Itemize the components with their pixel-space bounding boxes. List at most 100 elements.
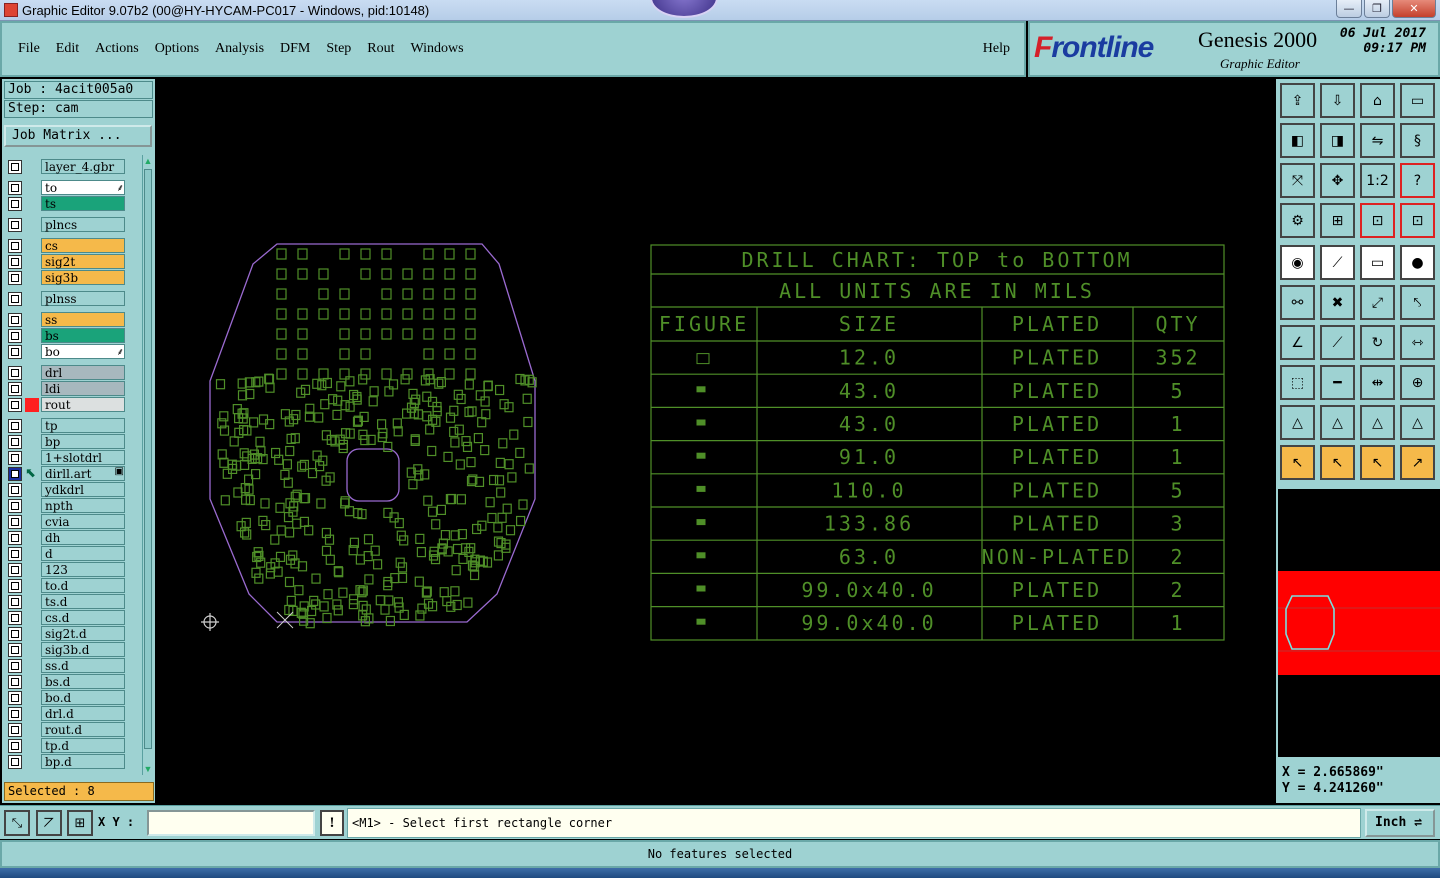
layer-name[interactable]: to.d [41, 578, 125, 593]
fit-icon[interactable]: ⤧ [1280, 163, 1315, 198]
layer-row[interactable]: 123 [6, 562, 140, 577]
layer-name[interactable]: drl.d [41, 706, 125, 721]
layer-checkbox[interactable] [8, 595, 22, 609]
layer-name[interactable]: d [41, 546, 125, 561]
group-icon[interactable]: ⊕ [1400, 365, 1435, 400]
layer-row[interactable]: sig2t [6, 254, 140, 269]
layer-name[interactable]: ldi [41, 381, 125, 396]
layer-name[interactable]: bo.d [41, 690, 125, 705]
layer-row[interactable]: plncs [6, 217, 140, 232]
minimize-button[interactable]: — [1336, 0, 1362, 18]
layer-checkbox[interactable] [8, 499, 22, 513]
menu-dfm[interactable]: DFM [272, 41, 318, 57]
layer-name[interactable]: 1+slotdrl [41, 450, 125, 465]
zoom-center-icon[interactable]: ✥ [1320, 163, 1355, 198]
layer-row[interactable]: d [6, 546, 140, 561]
layer-checkbox[interactable] [8, 659, 22, 673]
triangle-3-icon[interactable]: △ [1360, 405, 1395, 440]
layer-name[interactable]: npth [41, 498, 125, 513]
zoom-box-icon[interactable]: ⤡ [4, 810, 30, 836]
pointer-4-icon[interactable]: ↗ [1400, 445, 1435, 480]
connect-icon[interactable]: ⚯ [1280, 285, 1315, 320]
menu-help[interactable]: Help [983, 41, 1010, 57]
layer-checkbox[interactable] [8, 723, 22, 737]
layer-checkbox[interactable] [8, 707, 22, 721]
layer-name[interactable]: plnss [41, 291, 125, 306]
snap-grid-icon[interactable]: ⊞ [67, 810, 93, 836]
menu-file[interactable]: File [10, 41, 48, 57]
layer-row[interactable]: ts [6, 196, 140, 211]
layer-name[interactable]: rout.d [41, 722, 125, 737]
pan-left-icon[interactable]: ◧ [1280, 123, 1315, 158]
ruler-icon[interactable]: ▭ [1360, 245, 1395, 280]
triangle-1-icon[interactable]: △ [1280, 405, 1315, 440]
layer-checkbox[interactable] [8, 691, 22, 705]
measure-icon[interactable]: ⦢ [36, 810, 62, 836]
layer-scrollbar[interactable]: ▲ ▼ [142, 155, 153, 775]
slash-icon[interactable]: ⟋ [1320, 325, 1355, 360]
layer-row[interactable]: layer_4.gbr [6, 159, 140, 174]
layer-row[interactable]: cvia [6, 514, 140, 529]
flip-icon[interactable]: ⇿ [1400, 325, 1435, 360]
layer-checkbox[interactable] [8, 160, 22, 174]
line-icon[interactable]: ⟋ [1320, 245, 1355, 280]
layer-name[interactable]: drl [41, 365, 125, 380]
layer-row[interactable]: to.d [6, 578, 140, 593]
display-icon[interactable]: ⊡ [1360, 203, 1395, 238]
scale-icon[interactable]: 1:2 [1360, 163, 1395, 198]
layer-down-icon[interactable]: ⇩ [1320, 83, 1355, 118]
menu-actions[interactable]: Actions [87, 41, 147, 57]
layer-checkbox[interactable] [8, 643, 22, 657]
layer-checkbox[interactable] [8, 435, 22, 449]
layer-row[interactable]: sig3b [6, 270, 140, 285]
layer-checkbox[interactable] [8, 419, 22, 433]
layer-checkbox[interactable] [8, 239, 22, 253]
cut-icon[interactable]: ━ [1320, 365, 1355, 400]
layer-row[interactable]: rout [6, 397, 140, 412]
layer-checkbox[interactable] [8, 329, 22, 343]
triangle-2-icon[interactable]: △ [1320, 405, 1355, 440]
layer-checkbox[interactable] [8, 579, 22, 593]
layer-name[interactable]: ts.d [41, 594, 125, 609]
pan-right-icon[interactable]: ◨ [1320, 123, 1355, 158]
layer-up-icon[interactable]: ⇪ [1280, 83, 1315, 118]
layer-name[interactable]: cs.d [41, 610, 125, 625]
close-button[interactable]: ✕ [1392, 0, 1436, 18]
angle-icon[interactable]: ∠ [1280, 325, 1315, 360]
layer-name[interactable]: sig3b [41, 270, 125, 285]
scroll-thumb[interactable] [144, 169, 152, 749]
layer-name[interactable]: bs [41, 328, 125, 343]
triangle-4-icon[interactable]: △ [1400, 405, 1435, 440]
layer-name[interactable]: ydkdrl [41, 482, 125, 497]
menu-step[interactable]: Step [318, 41, 359, 57]
scroll-down-icon[interactable]: ▼ [143, 763, 153, 775]
layer-name[interactable]: to [41, 180, 125, 195]
layer-row[interactable]: to ⸙ [6, 180, 140, 195]
layer-name[interactable]: sig2t.d [41, 626, 125, 641]
layer-name[interactable]: cvia [41, 514, 125, 529]
pointer-3-icon[interactable]: ↖ [1360, 445, 1395, 480]
graphic-canvas[interactable]: DRILL CHART: TOP to BOTTOM ALL UNITS ARE… [157, 79, 1275, 803]
layer-checkbox[interactable] [8, 627, 22, 641]
layer-name[interactable]: cs [41, 238, 125, 253]
rotate-icon[interactable]: ↻ [1360, 325, 1395, 360]
layer-row[interactable]: dh [6, 530, 140, 545]
dot-icon[interactable]: ● [1400, 245, 1435, 280]
display-2-icon[interactable]: ⊡ [1400, 203, 1435, 238]
layer-row[interactable]: bp.d [6, 754, 140, 769]
layer-checkbox[interactable] [8, 675, 22, 689]
layer-row[interactable]: cs [6, 238, 140, 253]
layer-name[interactable]: bp.d [41, 754, 125, 769]
layer-checkbox[interactable] [8, 398, 22, 412]
layer-row[interactable]: bs [6, 328, 140, 343]
layer-checkbox[interactable] [8, 563, 22, 577]
help-icon[interactable]: ? [1400, 163, 1435, 198]
layer-row[interactable]: 1+slotdrl [6, 450, 140, 465]
layer-checkbox[interactable] [8, 547, 22, 561]
layer-name[interactable]: tp [41, 418, 125, 433]
menu-rout[interactable]: Rout [359, 41, 402, 57]
layer-row[interactable]: ⬉ dirll.art ▣ [6, 466, 140, 481]
menu-edit[interactable]: Edit [48, 41, 87, 57]
scroll-up-icon[interactable]: ▲ [143, 155, 153, 167]
profile-icon[interactable]: ⚙ [1280, 203, 1315, 238]
